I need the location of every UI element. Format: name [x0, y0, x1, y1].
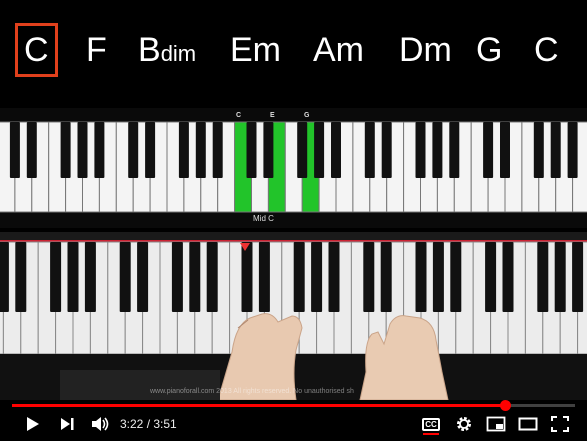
- chord-root: F: [86, 31, 107, 69]
- chord-quality: dim: [160, 41, 197, 66]
- black-key: [94, 122, 105, 178]
- diagram-keys: [0, 121, 587, 213]
- chord-root: Em: [230, 31, 281, 69]
- progress-handle[interactable]: [499, 400, 511, 411]
- black-key: [178, 122, 189, 178]
- chord-root: C: [534, 31, 559, 69]
- chord-7: G: [476, 26, 502, 74]
- watermark-text: www.pianoforall.com 2013 All rights rese…: [150, 388, 354, 395]
- black-key: [364, 122, 375, 178]
- black-key: [212, 122, 223, 178]
- black-key: [297, 122, 308, 178]
- captions-icon: CC: [422, 417, 440, 431]
- current-time: 3:22: [120, 417, 144, 431]
- next-icon: [61, 418, 74, 430]
- black-key: [263, 122, 274, 178]
- time-display: 3:22 / 3:51: [120, 417, 177, 431]
- chord-1: C: [15, 23, 58, 77]
- chord-root: G: [476, 31, 503, 69]
- black-key: [500, 122, 510, 178]
- play-button[interactable]: [20, 414, 44, 434]
- chord-5: Am: [313, 26, 364, 74]
- black-key: [533, 122, 544, 178]
- black-key: [26, 122, 37, 178]
- black-key: [9, 122, 20, 178]
- chord-progression: C F Bdim Em Am Dm G C: [0, 18, 587, 98]
- player-controls: 3:22 / 3:51 CC: [0, 400, 587, 441]
- keyboard-diagram: C E G Mid C: [0, 108, 587, 228]
- captions-button[interactable]: CC: [419, 414, 443, 434]
- black-key: [246, 122, 257, 178]
- black-key: [77, 122, 88, 178]
- video-player[interactable]: C F Bdim Em Am Dm G C C E G Mid C www.pianofora…: [0, 0, 587, 441]
- black-key: [381, 122, 392, 178]
- chord-root: Dm: [399, 31, 452, 69]
- black-key: [145, 122, 156, 178]
- fullscreen-icon: [551, 416, 569, 432]
- chord-root: B: [138, 31, 161, 69]
- note-label-c: C: [236, 112, 242, 119]
- black-key: [449, 122, 460, 178]
- chord-root: C: [24, 31, 49, 69]
- hands-image: [60, 313, 449, 400]
- note-label-e: E: [270, 112, 275, 119]
- black-key: [195, 122, 206, 178]
- black-key: [483, 122, 494, 178]
- theater-icon: [518, 417, 538, 431]
- settings-icon: [457, 417, 471, 431]
- black-key: [60, 122, 71, 178]
- miniplayer-button[interactable]: [484, 414, 508, 434]
- video-frame[interactable]: [0, 232, 587, 400]
- captions-active-indicator: [423, 433, 439, 435]
- chord-root: Am: [313, 31, 364, 69]
- progress-bar[interactable]: [12, 400, 575, 411]
- black-key: [128, 122, 139, 178]
- miniplayer-icon: [486, 416, 506, 432]
- duration: 3:51: [153, 417, 177, 431]
- black-key: [415, 122, 426, 178]
- black-key: [432, 122, 443, 178]
- black-key: [331, 122, 341, 178]
- time-separator: /: [143, 417, 154, 431]
- black-key: [550, 122, 561, 178]
- next-button[interactable]: [55, 414, 79, 434]
- chord-2: F: [86, 26, 107, 74]
- black-key: [567, 122, 578, 178]
- chord-3: Bdim: [138, 26, 196, 78]
- progress-played: [12, 404, 505, 407]
- chord-6: Dm: [399, 26, 452, 74]
- volume-button[interactable]: [88, 414, 112, 434]
- chord-8: C: [534, 26, 559, 74]
- volume-icon: [92, 417, 109, 431]
- settings-button[interactable]: [452, 414, 476, 434]
- chord-4: Em: [230, 26, 281, 74]
- theater-button[interactable]: [516, 414, 540, 434]
- note-label-g: G: [304, 112, 310, 119]
- fullscreen-button[interactable]: [548, 414, 572, 434]
- black-key: [314, 122, 325, 178]
- mid-c-label: Mid C: [253, 214, 274, 223]
- play-icon: [27, 417, 39, 431]
